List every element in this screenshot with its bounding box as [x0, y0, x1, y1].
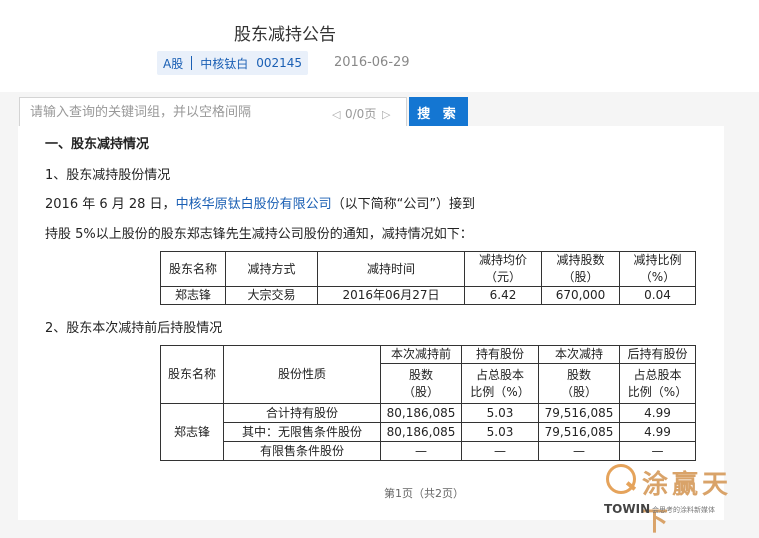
- t2-before-ratio-l1: 占总股本: [475, 367, 524, 382]
- t1-cell-time: 2016年06月27日: [317, 286, 465, 305]
- t1-cell-holder: 郑志锋: [160, 286, 226, 305]
- t2-header-before-shares: 股数 （股）: [380, 363, 462, 404]
- tag-divider: [191, 56, 193, 70]
- para1-text-before: 2016 年 6 月 28 日，: [45, 197, 176, 212]
- t2-row3-before-ratio: —: [461, 441, 539, 461]
- sub-heading-1: 1、股东减持股份情况: [45, 168, 171, 183]
- document-viewer[interactable]: 一、股东减持情况 1、股东减持股份情况 2016 年 6 月 28 日，中核华原…: [18, 126, 724, 520]
- t1-header-avg-price: 减持均价 （元）: [464, 251, 542, 287]
- t2-row2-after-shares: 79,516,085: [538, 422, 620, 442]
- announcement-header: 股东减持公告 A股 中核钛白 002145 2016-06-29: [0, 0, 759, 92]
- t2-header-after-group: 本次减持: [538, 345, 620, 364]
- t2-after-shares-l1: 股数: [566, 367, 591, 382]
- t1-cell-shares: 670,000: [541, 286, 620, 305]
- holding-table: 股东名称 股份性质 本次减持前 持有股份 本次减持 后持有股份 股数 （股） 占总…: [160, 345, 696, 461]
- t1-header-method: 减持方式: [225, 251, 318, 287]
- t2-header-before-group: 本次减持前: [380, 345, 462, 364]
- market-tag[interactable]: A股: [163, 55, 183, 72]
- t2-row1-before-shares: 80,186,085: [380, 403, 462, 423]
- t2-after-ratio-l2: 比例（%）: [627, 384, 688, 399]
- t1-cell-ratio: 0.04: [619, 286, 696, 305]
- company-link[interactable]: 中核华原钛白股份有限公司: [176, 197, 332, 212]
- sub-heading-2: 2、股东本次减持前后持股情况: [45, 321, 223, 336]
- document-pagination: 第1页（共2页）: [384, 487, 464, 500]
- watermark-slogan: 会思考的涂料新媒体: [652, 506, 715, 514]
- section-heading: 一、股东减持情况: [45, 137, 150, 152]
- t2-header-holder: 股东名称: [160, 345, 224, 404]
- t2-header-nature: 股份性质: [223, 345, 381, 404]
- t2-row2-before-shares: 80,186,085: [380, 422, 462, 442]
- t2-row1-after-shares: 79,516,085: [538, 403, 620, 423]
- t1-header-shares-l1: 减持股数: [556, 253, 605, 267]
- t2-header-before-group-2: 持有股份: [461, 345, 539, 364]
- page-title: 股东减持公告: [234, 25, 336, 45]
- t2-row2-before-ratio: 5.03: [461, 422, 539, 442]
- t2-header-after-ratio: 占总股本比例（%）: [619, 363, 696, 404]
- t2-row2-nature: 其中：无限售条件股份: [223, 422, 381, 442]
- t2-before-ratio-l2: 比例（%）: [470, 384, 530, 399]
- t2-row2-after-ratio: 4.99: [619, 422, 696, 442]
- t1-header-holder: 股东名称: [160, 251, 226, 287]
- company-tag[interactable]: 中核钛白: [200, 55, 248, 72]
- t2-header-after-group-2: 后持有股份: [619, 345, 696, 364]
- t2-header-before-ratio: 占总股本比例（%）: [461, 363, 539, 404]
- stock-tag: A股 中核钛白 002145: [157, 51, 309, 75]
- t2-row1-after-ratio: 4.99: [619, 403, 696, 423]
- t2-after-ratio-l1: 占总股本: [633, 367, 682, 382]
- t2-after-shares-l2: （股）: [560, 384, 597, 399]
- paragraph-2: 持股 5%以上股份的股东郑志锋先生减持公司股份的通知，减持情况如下：: [45, 227, 473, 242]
- t2-row1-before-ratio: 5.03: [461, 403, 539, 423]
- t1-header-shares: 减持股数 （股）: [541, 251, 620, 287]
- watermark-cn-text: 涂赢天下: [642, 470, 733, 537]
- t1-header-ratio: 减持比例 （%）: [619, 251, 696, 287]
- t2-row3-before-shares: —: [380, 441, 462, 461]
- stock-code[interactable]: 002145: [256, 56, 302, 70]
- t1-cell-avg-price: 6.42: [464, 286, 542, 305]
- t1-header-avg-price-l2: （元）: [484, 270, 521, 284]
- search-page-count: 0/0页: [345, 107, 377, 121]
- t2-header-after-shares: 股数 （股）: [538, 363, 620, 404]
- t2-row3-after-ratio: —: [619, 441, 696, 461]
- reduction-table: 股东名称 减持方式 减持时间 减持均价 （元） 减持股数 （股） 减持比例 （%） 郑…: [160, 251, 696, 305]
- search-button[interactable]: 搜 索: [409, 97, 468, 127]
- t2-row3-after-shares: —: [538, 441, 620, 461]
- t1-header-ratio-l1: 减持比例: [633, 253, 682, 267]
- publish-date: 2016-06-29: [334, 55, 410, 70]
- prev-page-icon[interactable]: ◁: [332, 108, 340, 121]
- t2-cell-holder: 郑志锋: [160, 403, 224, 461]
- t2-before-shares-l2: （股）: [402, 384, 439, 399]
- t2-row1-nature: 合计持有股份: [223, 403, 381, 423]
- next-page-icon[interactable]: ▷: [382, 108, 390, 121]
- watermark-en-text: TOWIN: [604, 502, 651, 516]
- t1-header-time: 减持时间: [317, 251, 465, 287]
- paragraph-1: 2016 年 6 月 28 日，中核华原钛白股份有限公司（以下简称“公司”）接到: [45, 193, 475, 212]
- t1-header-shares-l2: （股）: [562, 270, 599, 284]
- t1-cell-method: 大宗交易: [225, 286, 318, 305]
- t1-header-ratio-l2: （%）: [639, 270, 676, 284]
- t1-header-avg-price-l1: 减持均价: [478, 253, 527, 267]
- t2-row3-nature: 有限售条件股份: [223, 441, 381, 461]
- t2-before-shares-l1: 股数: [408, 367, 433, 382]
- para1-text-after: （以下简称“公司”）接到: [331, 197, 476, 212]
- towin-watermark: 涂赢天下 TOWIN 会思考的涂料新媒体: [602, 462, 758, 537]
